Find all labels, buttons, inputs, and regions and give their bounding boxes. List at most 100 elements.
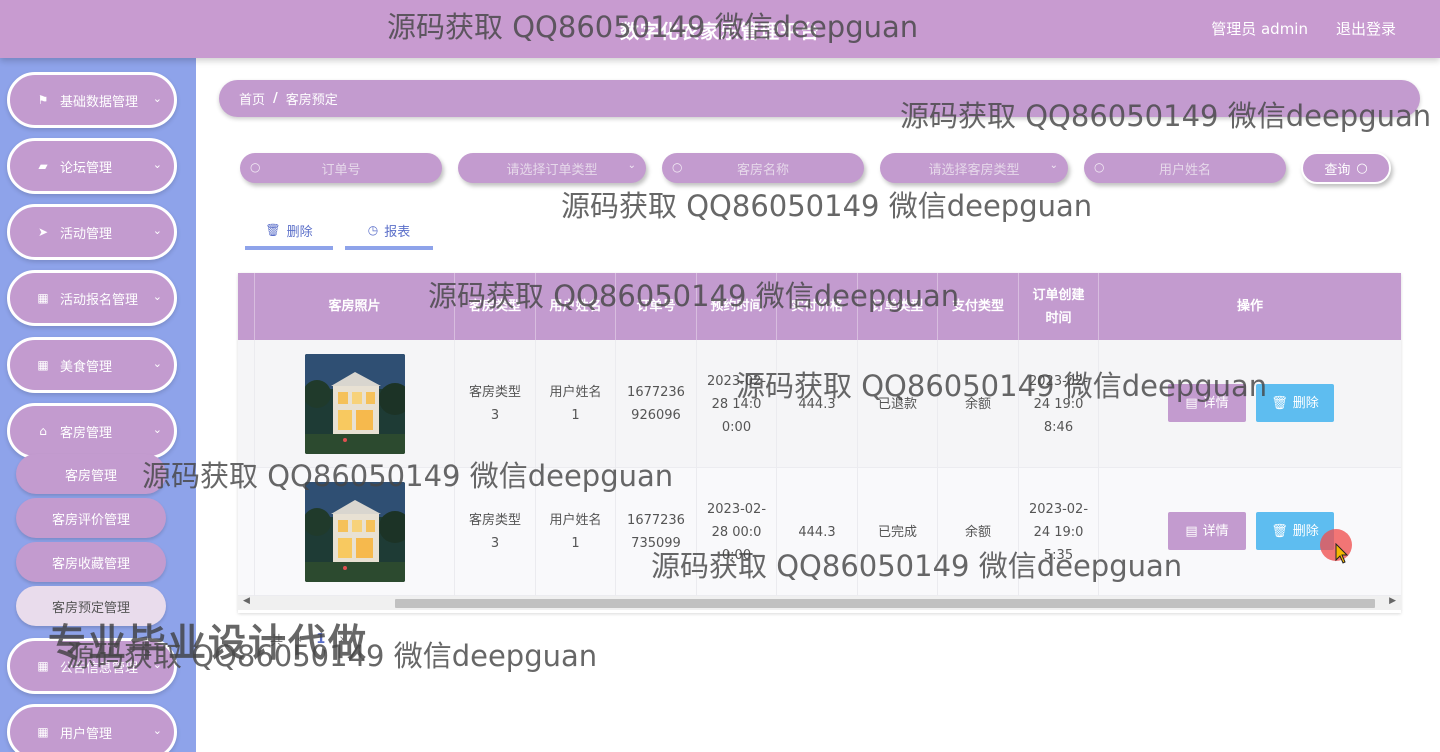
cell-cut [238,340,255,468]
col-header-actions: 操作 [1236,299,1263,314]
room-photo-image [304,482,405,582]
search-icon: ○ [672,160,683,174]
chevron-down-icon: ⌄ [1049,160,1058,171]
breadcrumb-current: 客房预定 [285,93,338,108]
sidebar-item-rooms[interactable]: ⌂ 客房管理 ⌄ [7,403,177,459]
send-icon: ➤ [37,225,49,239]
submenu-room-manage[interactable]: 客房管理 [16,454,166,494]
chevron-down-icon: ⌄ [152,724,162,737]
chevron-down-icon: ⌄ [627,160,636,171]
col-header-booking-time: 预约时间 [697,273,777,340]
order-no-placeholder: 订单号 [321,162,361,178]
batch-delete-label: 删除 [286,224,313,240]
breadcrumb: 首页 / 客房预定 [219,80,1420,117]
table-header: 客房照片 客房类型 用户姓名 订单号 预约时间 实付价格 订单类型 支付类型 订… [238,273,1401,340]
sidebar-item-base-data[interactable]: ⚑ 基础数据管理 ⌄ [7,72,177,128]
mouse-cursor-icon [1335,543,1349,564]
grid-icon: ▦ [37,725,49,739]
logout-link[interactable]: 退出登录 [1336,18,1396,39]
cell-room-type: 客房类型3 [455,468,536,596]
cell-price: 444.3 [777,468,858,596]
sidebar-item-food[interactable]: ▦ 美食管理 ⌄ [7,337,177,393]
col-header-created: 订单创建时间 [1019,273,1099,340]
user-name-placeholder: 用户姓名 [1158,162,1211,178]
cell-order-type: 已完成 [858,468,938,596]
sidebar-item-forum[interactable]: ▰ 论坛管理 ⌄ [7,138,177,194]
document-icon: ▤ [1185,523,1198,539]
delete-label: 删除 [1292,395,1319,411]
sidebar-item-label: 用户管理 [60,726,113,742]
sidebar-item-label: 活动报名管理 [60,292,139,308]
scroll-left-arrow-icon[interactable]: ◀ [243,596,250,606]
col-header-photo: 客房照片 [255,273,455,340]
col-header-order-type: 订单类型 [858,273,938,340]
query-label: 查询 [1324,162,1351,178]
grid-icon: ▦ [37,291,49,305]
room-name-input[interactable]: ○ 客房名称 [662,153,864,183]
app-root: 数字化农家乐管理平台 管理员 admin 退出登录 ⚑ 基础数据管理 ⌄ ▰ 论… [0,0,1440,752]
col-header-pay-type: 支付类型 [938,273,1019,340]
room-type-select[interactable]: 请选择客房类型 ⌄ [880,153,1068,183]
document-icon: ▤ [1185,395,1198,411]
detail-label: 详情 [1202,523,1229,539]
sidebar-item-label: 活动管理 [60,226,113,242]
chevron-down-icon: ⌄ [152,290,162,303]
order-type-select[interactable]: 请选择订单类型 ⌄ [458,153,646,183]
sidebar-item-label: 基础数据管理 [60,94,139,110]
sidebar-item-label: 论坛管理 [60,160,113,176]
cell-booking-time: 2023-02-28 00:00:00 [697,468,777,596]
order-no-input[interactable]: ○ 订单号 [240,153,442,183]
cell-price: 444.3 [777,340,858,468]
booking-table: 客房照片 客房类型 用户姓名 订单号 预约时间 实付价格 订单类型 支付类型 订… [238,273,1401,613]
sidebar-item-label: 客房管理 [60,425,113,441]
cell-actions: ▤ 详情 🗑 删除 [1099,340,1401,468]
report-button[interactable]: ◷ 报表 [345,214,433,250]
search-icon: ○ [250,160,261,174]
cell-order-no: 1677236926096 [616,340,697,468]
breadcrumb-separator: / [273,91,278,106]
scroll-right-arrow-icon[interactable]: ▶ [1389,596,1396,606]
batch-delete-button[interactable]: 🗑 删除 [245,214,333,250]
sidebar-item-label: 美食管理 [60,359,113,375]
submenu-room-favorites[interactable]: 客房收藏管理 [16,542,166,582]
search-icon: ○ [1356,160,1368,176]
sidebar-item-activity[interactable]: ➤ 活动管理 ⌄ [7,204,177,260]
chevron-down-icon: ⌄ [152,92,162,105]
cell-actions: ▤ 详情 🗑 删除 [1099,468,1401,596]
watermark-text: 源码获取 QQ86050149 微信deepguan [561,189,1093,223]
detail-button[interactable]: ▤ 详情 [1168,384,1246,422]
col-header-order-no: 订单号 [616,273,697,340]
query-button[interactable]: 查询 ○ [1301,152,1391,184]
sidebar-item-users[interactable]: ▦ 用户管理 ⌄ [7,704,177,752]
trash-icon: 🗑 [1271,523,1288,539]
home-icon: ⌂ [39,424,47,438]
top-header: 数字化农家乐管理平台 管理员 admin 退出登录 [0,0,1440,58]
breadcrumb-home[interactable]: 首页 [239,89,265,108]
delete-button[interactable]: 🗑 删除 [1256,384,1334,422]
report-label: 报表 [384,224,411,240]
user-name-input[interactable]: ○ 用户姓名 [1084,153,1286,183]
cell-pay-type: 余额 [938,468,1019,596]
horizontal-scrollbar[interactable]: ◀ ▶ [238,596,1401,610]
cell-room-type: 客房类型3 [455,340,536,468]
detail-label: 详情 [1202,395,1229,411]
cell-booking-time: 2023-02-28 14:00:00 [697,340,777,468]
room-type-placeholder: 请选择客房类型 [928,162,1020,178]
scroll-thumb[interactable] [395,599,1375,608]
col-header-room-type: 客房类型 [455,273,536,340]
delete-label: 删除 [1292,523,1319,539]
chevron-down-icon: ⌄ [152,224,162,237]
submenu-room-reviews[interactable]: 客房评价管理 [16,498,166,538]
chevron-down-icon: ⌄ [152,158,162,171]
cell-created: 2023-02-24 19:08:46 [1019,340,1099,468]
table-row[interactable]: 客房类型3 用户姓名1 1677236926096 2023-02-28 14:… [238,340,1401,468]
cell-created: 2023-02-24 19:05:35 [1019,468,1099,596]
watermark-banner: 专业毕业设计代做 [48,621,369,665]
grid-icon: ▦ [37,358,49,372]
search-icon: ○ [1094,160,1105,174]
table-row[interactable]: 客房类型3 用户姓名1 1677236735099 2023-02-28 00:… [238,468,1401,596]
trash-icon: 🗑 [1271,395,1288,411]
cell-order-no: 1677236735099 [616,468,697,596]
detail-button[interactable]: ▤ 详情 [1168,512,1246,550]
sidebar-item-activity-signup[interactable]: ▦ 活动报名管理 ⌄ [7,270,177,326]
